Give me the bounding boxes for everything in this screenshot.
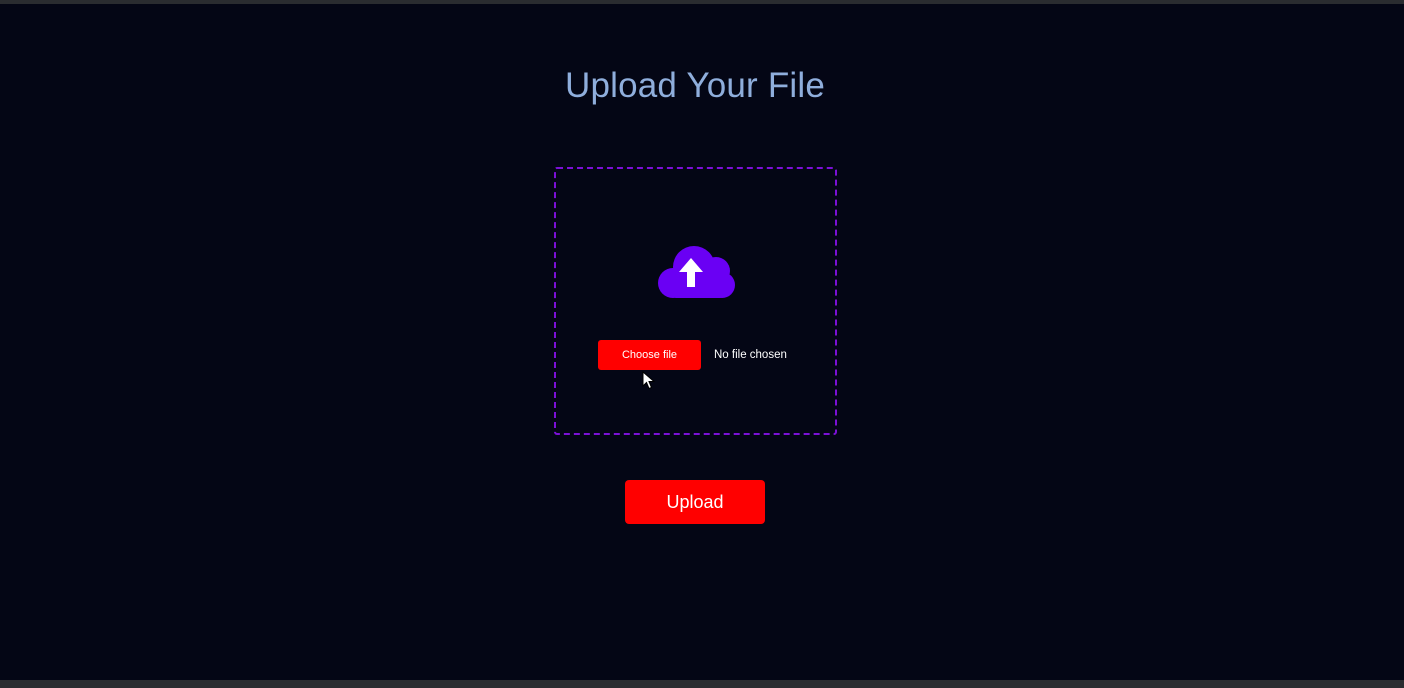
choose-file-button[interactable]: Choose file [598,340,701,370]
file-input-row: Choose file No file chosen [598,340,787,370]
file-dropzone[interactable]: Choose file No file chosen [554,167,837,435]
file-status-text: No file chosen [714,349,787,361]
upload-button[interactable]: Upload [625,480,765,524]
mouse-cursor-icon [642,371,656,390]
upload-page: Upload Your File Choose file No file cho… [0,4,1404,680]
cloud-upload-icon [658,246,735,298]
page-title: Upload Your File [564,66,826,105]
